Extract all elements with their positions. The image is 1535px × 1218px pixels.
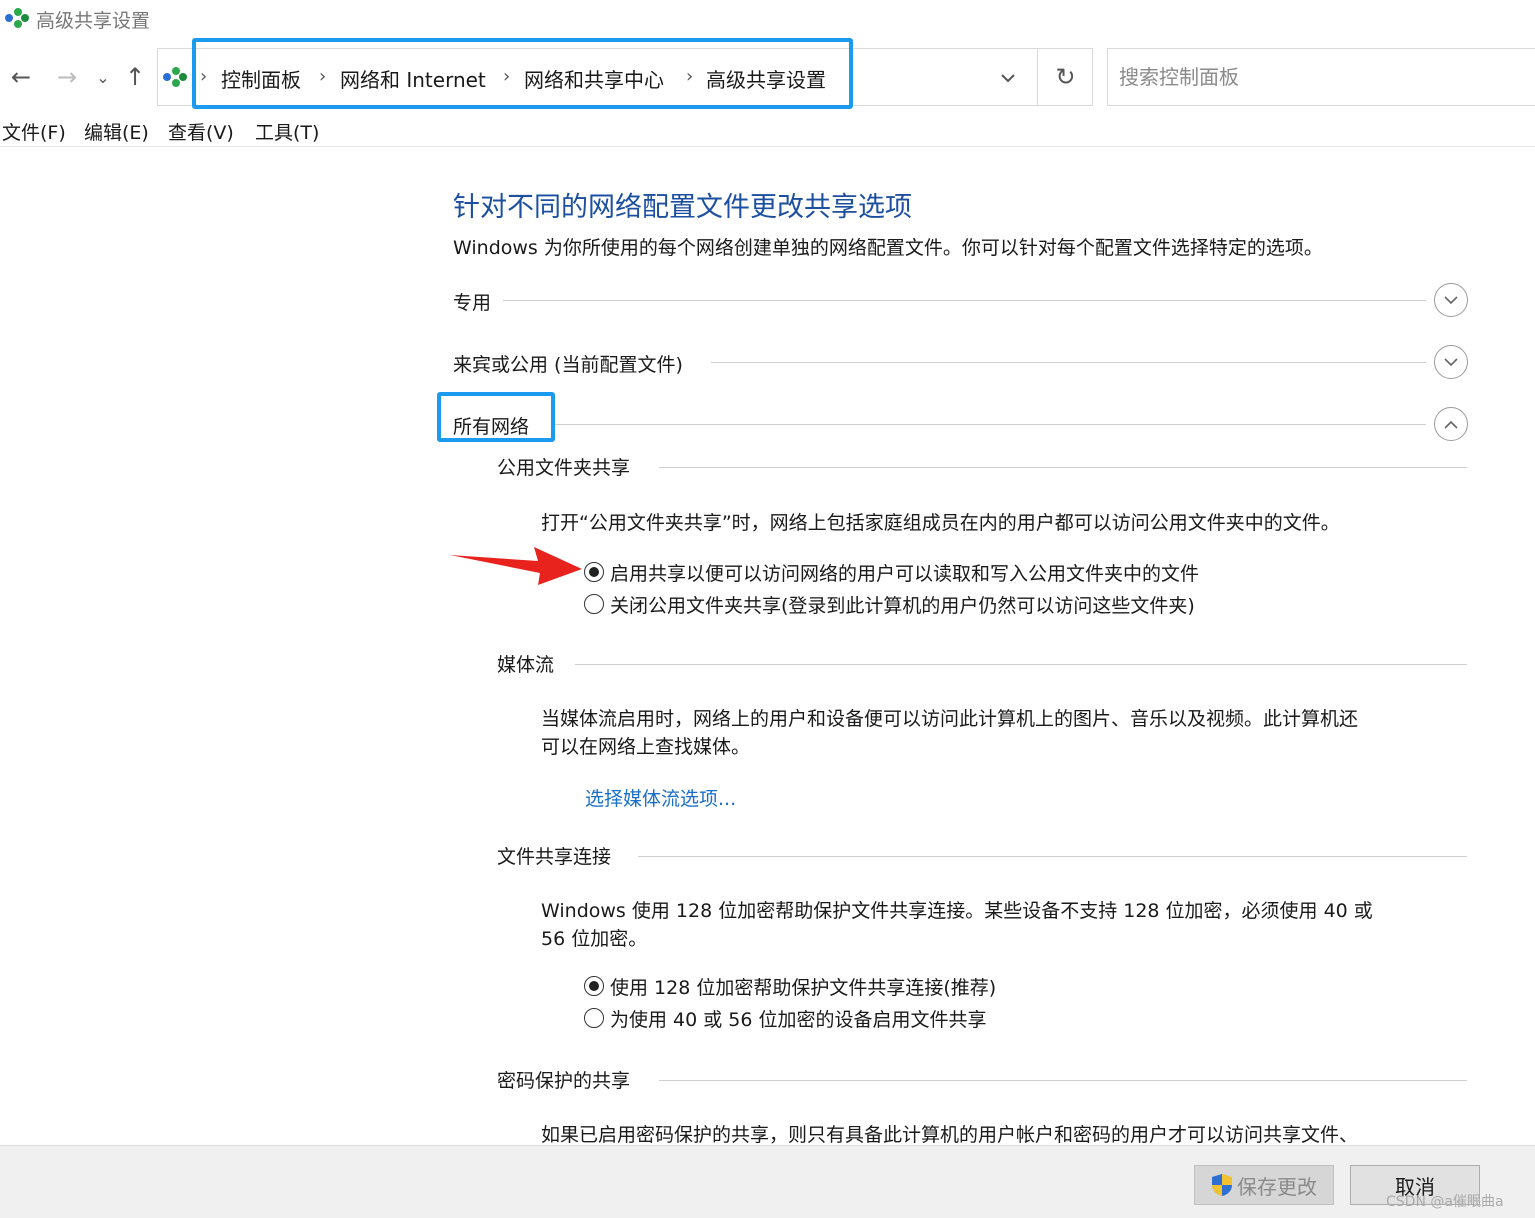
forward-button[interactable]: → <box>52 60 82 94</box>
menu-edit[interactable]: 编辑(E) <box>84 118 149 145</box>
divider <box>575 664 1467 665</box>
divider <box>659 1080 1467 1081</box>
profile-label: 来宾或公用 (当前配置文件) <box>453 350 691 377</box>
radio-disable-public-sharing[interactable]: 关闭公用文件夹共享(登录到此计算机的用户仍然可以访问这些文件夹) <box>584 590 1195 618</box>
password-description: 如果已启用密码保护的共享，则只有具备此计算机的用户帐户和密码的用户才可以访问共享… <box>541 1124 1359 1145</box>
page-description: Windows 为你所使用的每个网络创建单独的网络配置文件。你可以针对每个配置文… <box>453 237 1323 259</box>
menu-bar: 文件(F) 编辑(E) 查看(V) 工具(T) <box>0 115 1535 147</box>
radio-label[interactable]: 关闭公用文件夹共享(登录到此计算机的用户仍然可以访问这些文件夹) <box>610 591 1195 618</box>
uac-shield-icon <box>1212 1174 1232 1196</box>
breadcrumb-network-sharing-center[interactable]: 网络和共享中心 <box>524 64 664 93</box>
chevron-right-icon: › <box>686 66 694 87</box>
radio-128bit-encryption[interactable]: 使用 128 位加密帮助保护文件共享连接(推荐) <box>584 972 996 1000</box>
expand-button[interactable] <box>1434 345 1468 379</box>
chevron-right-icon: › <box>200 66 208 87</box>
radio-button[interactable] <box>584 976 604 996</box>
search-box[interactable] <box>1107 48 1535 106</box>
footer-bar: 保存更改 取消 CSDN @a催眠曲a <box>0 1145 1535 1218</box>
file-sharing-description-line1: Windows 使用 128 位加密帮助保护文件共享连接。某些设备不支持 128… <box>541 900 1373 922</box>
profile-private[interactable]: 专用 <box>453 283 1468 323</box>
radio-label[interactable]: 使用 128 位加密帮助保护文件共享连接(推荐) <box>610 973 996 1000</box>
back-button[interactable]: ← <box>6 60 36 94</box>
radio-button[interactable] <box>584 562 604 582</box>
profile-label: 专用 <box>453 288 500 315</box>
breadcrumb-network-internet[interactable]: 网络和 Internet <box>340 64 486 93</box>
file-sharing-section: 文件共享连接 <box>497 842 1467 872</box>
chevron-down-icon <box>1444 295 1458 304</box>
radio-selected-dot <box>589 567 599 577</box>
breadcrumb-control-panel[interactable]: 控制面板 <box>221 64 301 93</box>
menu-view[interactable]: 查看(V) <box>168 118 234 145</box>
profile-guest-public[interactable]: 来宾或公用 (当前配置文件) <box>453 345 1468 385</box>
divider <box>553 424 1426 425</box>
address-box[interactable]: › 控制面板 › 网络和 Internet › 网络和共享中心 › 高级共享设置 <box>157 48 1093 106</box>
radio-label[interactable]: 启用共享以便可以访问网络的用户可以读取和写入公用文件夹中的文件 <box>610 559 1199 586</box>
profile-all-networks[interactable]: 所有网络 <box>453 407 1468 447</box>
window-title: 高级共享设置 <box>36 10 151 32</box>
network-icon <box>5 8 29 28</box>
refresh-button[interactable]: ↻ <box>1037 48 1093 106</box>
section-title: 公用文件夹共享 <box>497 457 631 479</box>
address-bar-row: ← → ⌄ ↑ › 控制面板 › 网络和 Internet › 网络和共享中心 … <box>0 48 1535 106</box>
public-folder-section: 公用文件夹共享 <box>497 453 1467 483</box>
divider <box>659 467 1467 468</box>
profile-label: 所有网络 <box>453 412 538 439</box>
chevron-up-icon <box>1444 420 1458 429</box>
menu-file[interactable]: 文件(F) <box>2 118 66 145</box>
divider <box>711 362 1426 363</box>
divider <box>503 300 1426 301</box>
title-bar: 高级共享设置 <box>0 0 1535 40</box>
section-title: 密码保护的共享 <box>497 1070 631 1092</box>
radio-label[interactable]: 为使用 40 或 56 位加密的设备启用文件共享 <box>610 1005 987 1032</box>
media-description-line2: 可以在网络上查找媒体。 <box>541 736 751 758</box>
breadcrumb-advanced-sharing[interactable]: 高级共享设置 <box>706 64 826 93</box>
menu-tools[interactable]: 工具(T) <box>255 118 319 145</box>
chevron-right-icon: › <box>503 66 511 87</box>
radio-enable-public-sharing[interactable]: 启用共享以便可以访问网络的用户可以读取和写入公用文件夹中的文件 <box>584 558 1199 586</box>
red-arrow-annotation <box>450 547 582 585</box>
collapse-button[interactable] <box>1434 407 1468 441</box>
recent-locations-button[interactable]: ⌄ <box>88 60 118 94</box>
save-label: 保存更改 <box>1237 1174 1317 1199</box>
main-content: 针对不同的网络配置文件更改共享选项 Windows 为你所使用的每个网络创建单独… <box>0 147 1535 1145</box>
file-sharing-description-line2: 56 位加密。 <box>541 928 648 950</box>
media-options-link[interactable]: 选择媒体流选项... <box>585 784 736 811</box>
network-icon <box>163 67 187 87</box>
chevron-right-icon: › <box>319 66 327 87</box>
radio-selected-dot <box>589 981 599 991</box>
divider <box>638 856 1467 857</box>
page-title: 针对不同的网络配置文件更改共享选项 <box>453 192 912 223</box>
password-section: 密码保护的共享 <box>497 1066 1467 1096</box>
section-title: 文件共享连接 <box>497 846 612 868</box>
public-folder-description: 打开“公用文件夹共享”时，网络上包括家庭组成员在内的用户都可以访问公用文件夹中的… <box>541 512 1340 534</box>
media-description-line1: 当媒体流启用时，网络上的用户和设备便可以访问此计算机上的图片、音乐以及视频。此计… <box>541 708 1359 730</box>
chevron-down-icon[interactable] <box>990 63 1026 93</box>
radio-40-56bit-encryption[interactable]: 为使用 40 或 56 位加密的设备启用文件共享 <box>584 1004 987 1032</box>
radio-button[interactable] <box>584 594 604 614</box>
search-input[interactable] <box>1108 49 1535 105</box>
radio-button[interactable] <box>584 1008 604 1028</box>
media-section: 媒体流 <box>497 650 1467 680</box>
expand-button[interactable] <box>1434 283 1468 317</box>
chevron-down-icon <box>1444 357 1458 366</box>
up-button[interactable]: ↑ <box>120 60 150 94</box>
save-changes-button[interactable]: 保存更改 <box>1194 1165 1334 1205</box>
watermark: CSDN @a催眠曲a <box>1386 1194 1504 1210</box>
section-title: 媒体流 <box>497 654 555 676</box>
